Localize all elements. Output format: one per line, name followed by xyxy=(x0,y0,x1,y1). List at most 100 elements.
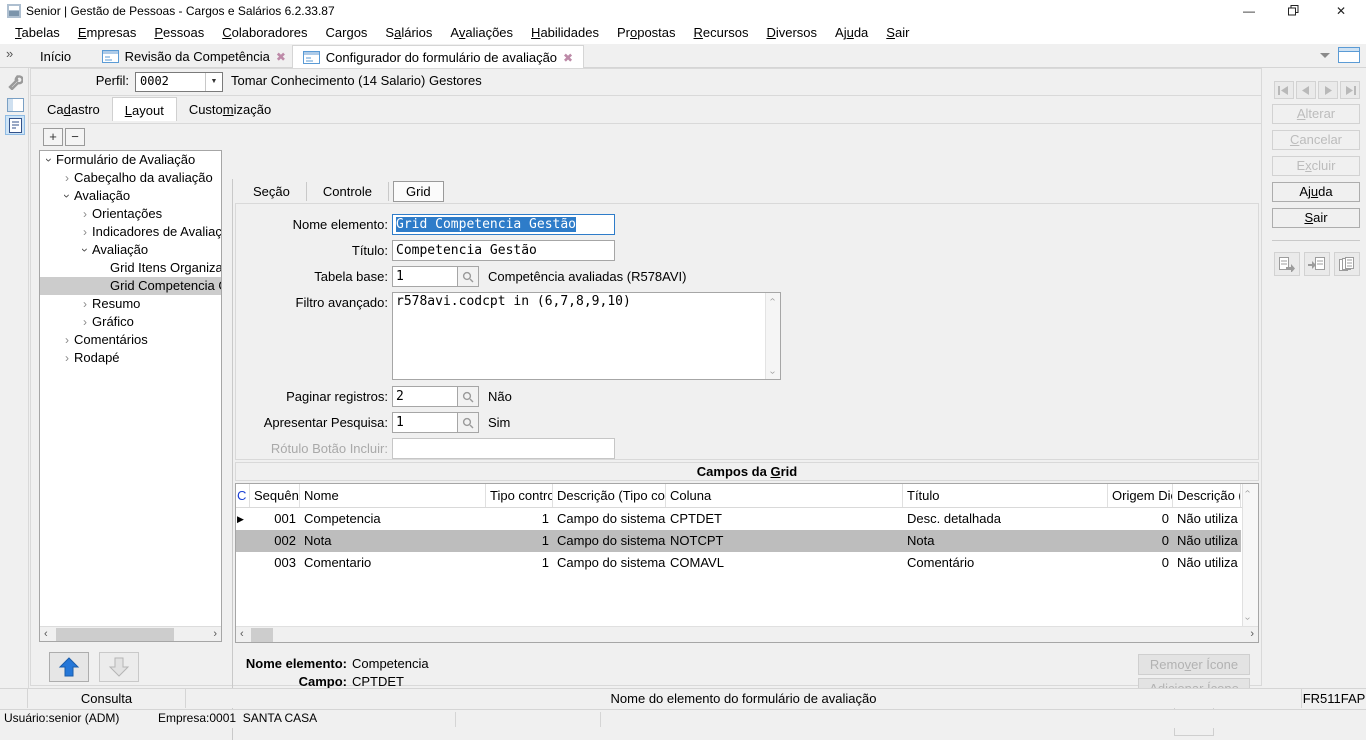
tree-item[interactable]: Grid Competencia G xyxy=(40,277,221,295)
nome-elemento-input[interactable]: Grid Competencia Gestão xyxy=(392,214,615,235)
scroll-down-icon[interactable]: › xyxy=(1242,617,1253,620)
ajuda-button[interactable]: Ajuda xyxy=(1272,182,1360,202)
tree-item[interactable]: Grid Itens Organiza xyxy=(40,259,221,277)
menu-item[interactable]: Tabelas xyxy=(6,22,69,44)
maximize-view-icon[interactable] xyxy=(1338,47,1360,63)
cancelar-button[interactable]: Cancelar xyxy=(1272,130,1360,150)
menu-item[interactable]: Colaboradores xyxy=(213,22,316,44)
tab-cadastro[interactable]: Cadastro xyxy=(35,99,112,123)
filtro-vertical-scrollbar[interactable]: › › xyxy=(765,293,780,379)
minimize-button[interactable]: — xyxy=(1229,0,1269,22)
export-record-button[interactable] xyxy=(1274,252,1300,276)
menu-item[interactable]: Avaliações xyxy=(441,22,522,44)
overflow-chevrons-icon[interactable]: » xyxy=(6,46,13,61)
column-header-sequencia[interactable]: Sequência xyxy=(250,484,300,507)
filtro-avancado-textarea[interactable]: r578avi.codcpt in (6,7,8,9,10) › › xyxy=(392,292,781,380)
paginar-registros-input[interactable]: 2 xyxy=(392,386,458,407)
tab-close-icon[interactable]: ✖ xyxy=(563,52,573,64)
excluir-button[interactable]: Excluir xyxy=(1272,156,1360,176)
tabela-base-input[interactable]: 1 xyxy=(392,266,458,287)
scroll-right-icon[interactable]: › xyxy=(1250,627,1254,642)
table-vertical-scrollbar[interactable]: › › xyxy=(1242,484,1258,626)
tree-horizontal-scrollbar[interactable]: ‹ › xyxy=(40,626,221,641)
perfil-combobox[interactable]: 0002 ▼ xyxy=(135,72,223,92)
move-down-button[interactable] xyxy=(99,652,139,682)
tree-expander-icon[interactable]: › xyxy=(60,169,74,187)
remover-icone-button[interactable]: Remover Ícone xyxy=(1138,654,1250,675)
tree-expander-icon[interactable]: › xyxy=(78,205,92,223)
column-header-origem-dica[interactable]: Origem Dica xyxy=(1108,484,1173,507)
scrollbar-thumb[interactable] xyxy=(251,628,273,642)
scroll-up-icon[interactable]: › xyxy=(768,298,779,301)
scroll-up-icon[interactable]: › xyxy=(1242,490,1253,493)
form-designer-icon[interactable] xyxy=(5,115,25,135)
apresentar-pesquisa-input[interactable]: 1 xyxy=(392,412,458,433)
sair-button[interactable]: Sair xyxy=(1272,208,1360,228)
tab-grid[interactable]: Grid xyxy=(393,181,444,202)
menu-item[interactable]: Salários xyxy=(376,22,441,44)
document-tab[interactable]: Início xyxy=(30,45,81,68)
table-row[interactable]: 002Nota1Campo do sistemaNOTCPTNota0Não u… xyxy=(236,530,1258,552)
apresentar-pesquisa-lookup-button[interactable] xyxy=(458,412,479,433)
table-horizontal-scrollbar[interactable]: ‹ › xyxy=(236,626,1258,642)
tree-item[interactable]: ›Avaliação xyxy=(40,187,221,205)
column-header-descricao-tipo[interactable]: Descrição (Tipo control xyxy=(553,484,666,507)
table-row[interactable]: 003Comentario1Campo do sistemaCOMAVLCome… xyxy=(236,552,1258,574)
previous-record-button[interactable] xyxy=(1296,81,1316,99)
tools-wrench-icon[interactable] xyxy=(5,72,25,92)
column-header-tipo-controle[interactable]: Tipo controle xyxy=(486,484,553,507)
alterar-button[interactable]: Alterar xyxy=(1272,104,1360,124)
next-record-button[interactable] xyxy=(1318,81,1338,99)
table-row[interactable]: ▶001Competencia1Campo do sistemaCPTDETDe… xyxy=(236,508,1258,530)
tab-customizacao[interactable]: Customização xyxy=(177,99,283,123)
scroll-down-icon[interactable]: › xyxy=(768,371,779,374)
combo-dropdown-icon[interactable]: ▼ xyxy=(205,73,222,91)
scrollbar-thumb[interactable] xyxy=(56,628,174,641)
tab-controle[interactable]: Controle xyxy=(307,182,389,201)
menu-item[interactable]: Sair xyxy=(877,22,918,44)
scroll-left-icon[interactable]: ‹ xyxy=(44,627,48,642)
tree-expander-icon[interactable]: › xyxy=(60,349,74,367)
document-tab[interactable]: Configurador do formulário de avaliação … xyxy=(292,45,584,69)
menu-item[interactable]: Pessoas xyxy=(145,22,213,44)
copy-records-button[interactable] xyxy=(1334,252,1360,276)
restore-button[interactable] xyxy=(1273,0,1313,22)
rotulo-botao-incluir-input[interactable] xyxy=(392,438,615,459)
paginar-registros-lookup-button[interactable] xyxy=(458,386,479,407)
tab-close-icon[interactable]: ✖ xyxy=(276,51,286,63)
tree-expander-icon[interactable]: › xyxy=(78,223,92,241)
column-header-titulo[interactable]: Título xyxy=(903,484,1108,507)
tree-item[interactable]: ›Indicadores de Avaliaçã xyxy=(40,223,221,241)
tree-item[interactable]: ›Avaliação xyxy=(40,241,221,259)
tree-expander-icon[interactable]: › xyxy=(78,313,92,331)
scroll-right-icon[interactable]: › xyxy=(213,627,217,642)
menu-item[interactable]: Diversos xyxy=(757,22,826,44)
tree-item[interactable]: ›Cabeçalho da avaliação xyxy=(40,169,221,187)
menu-item[interactable]: Ajuda xyxy=(826,22,877,44)
tabela-base-lookup-button[interactable] xyxy=(458,266,479,287)
menu-item[interactable]: Propostas xyxy=(608,22,685,44)
scroll-left-icon[interactable]: ‹ xyxy=(240,627,244,642)
move-up-button[interactable] xyxy=(49,652,89,682)
column-header-descricao-o[interactable]: Descrição (O xyxy=(1173,484,1241,507)
tree-expander-icon[interactable]: › xyxy=(60,331,74,349)
panel-view-icon[interactable] xyxy=(5,95,25,115)
tree-collapse-all-button[interactable]: − xyxy=(65,128,85,146)
import-record-button[interactable] xyxy=(1304,252,1330,276)
tree-expand-all-button[interactable]: + xyxy=(43,128,63,146)
tab-secao[interactable]: Seção xyxy=(237,182,307,201)
tree-item[interactable]: ›Gráfico xyxy=(40,313,221,331)
menu-item[interactable]: Recursos xyxy=(685,22,758,44)
first-record-button[interactable] xyxy=(1274,81,1294,99)
tree-item[interactable]: ›Comentários xyxy=(40,331,221,349)
column-header-nome[interactable]: Nome xyxy=(300,484,486,507)
close-button[interactable]: ✕ xyxy=(1321,0,1361,22)
last-record-button[interactable] xyxy=(1340,81,1360,99)
tree-expander-icon[interactable]: › xyxy=(76,243,94,257)
tree-expander-icon[interactable]: › xyxy=(78,295,92,313)
column-header-c[interactable]: C xyxy=(236,484,250,507)
tree-item[interactable]: ›Orientações xyxy=(40,205,221,223)
column-header-coluna[interactable]: Coluna xyxy=(666,484,903,507)
menu-item[interactable]: Empresas xyxy=(69,22,146,44)
tab-layout[interactable]: Layout xyxy=(112,97,177,121)
